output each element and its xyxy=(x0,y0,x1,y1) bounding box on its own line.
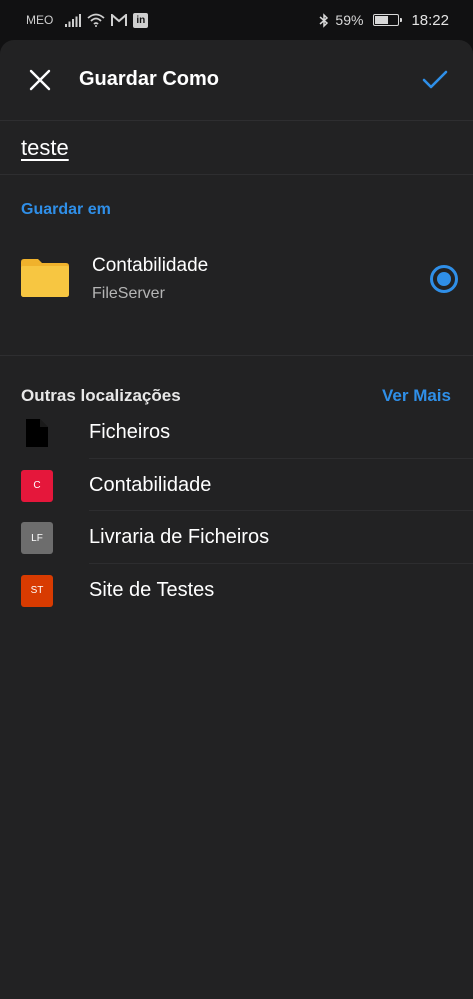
list-item[interactable]: LF Livraria de Ficheiros xyxy=(0,511,473,564)
badge-initials: ST xyxy=(30,585,44,596)
signal-icon xyxy=(65,13,82,27)
list-item-label: Site de Testes xyxy=(89,578,215,601)
wifi-icon xyxy=(87,13,105,27)
list-item[interactable]: ST Site de Testes xyxy=(0,564,473,617)
status-bar-left: MEO in xyxy=(26,12,149,28)
bluetooth-icon xyxy=(319,12,329,28)
battery-icon xyxy=(373,14,403,26)
location-radio[interactable] xyxy=(430,265,458,293)
filename-row xyxy=(0,121,473,174)
site-initials-badge: ST xyxy=(21,574,53,607)
status-bar: MEO in 59% 18:22 xyxy=(0,0,473,40)
list-item[interactable]: Ficheiros xyxy=(0,406,473,459)
file-icon xyxy=(26,419,48,447)
list-item-label: Livraria de Ficheiros xyxy=(89,526,270,548)
sheet-header: Guardar Como xyxy=(0,40,473,120)
other-locations-label: Outras localizações xyxy=(21,386,181,405)
badge-initials: C xyxy=(33,480,41,491)
list-item[interactable]: C Contabilidade xyxy=(0,459,473,511)
list-item-icon: LF xyxy=(21,522,53,554)
filename-input[interactable] xyxy=(21,135,452,161)
site-initials-badge: LF xyxy=(21,522,53,554)
location-name: Contabilidade xyxy=(92,255,209,276)
check-icon xyxy=(422,70,448,89)
status-bar-right: 59% 18:22 xyxy=(319,12,449,29)
selected-location[interactable]: Contabilidade FileServer xyxy=(0,235,473,355)
close-icon xyxy=(29,69,51,91)
list-item-icon xyxy=(21,417,53,449)
see-more-link[interactable]: Ver Mais xyxy=(382,386,451,406)
list-item-label: Ficheiros xyxy=(89,421,171,443)
folder-icon xyxy=(21,259,69,297)
badge-initials: LF xyxy=(31,532,43,544)
battery-fill xyxy=(375,16,388,24)
location-server: FileServer xyxy=(92,285,165,302)
site-initials-badge: C xyxy=(21,469,53,502)
list-item-icon: C xyxy=(21,469,53,502)
battery-percent: 59% xyxy=(335,12,364,28)
close-button[interactable] xyxy=(22,62,58,98)
confirm-button[interactable] xyxy=(417,62,453,98)
list-item-icon: ST xyxy=(21,574,53,607)
save-as-sheet: Guardar Como Guardar em Contabilidade Fi… xyxy=(0,40,473,999)
clock: 18:22 xyxy=(411,11,449,29)
carrier-label: MEO xyxy=(26,13,54,27)
list-item-label: Contabilidade xyxy=(89,473,212,496)
save-in-label: Guardar em xyxy=(21,201,111,218)
radio-selected-dot xyxy=(437,272,451,286)
page-title: Guardar Como xyxy=(79,68,220,90)
gmail-icon xyxy=(111,13,128,26)
linkedin-icon: in xyxy=(133,12,149,28)
